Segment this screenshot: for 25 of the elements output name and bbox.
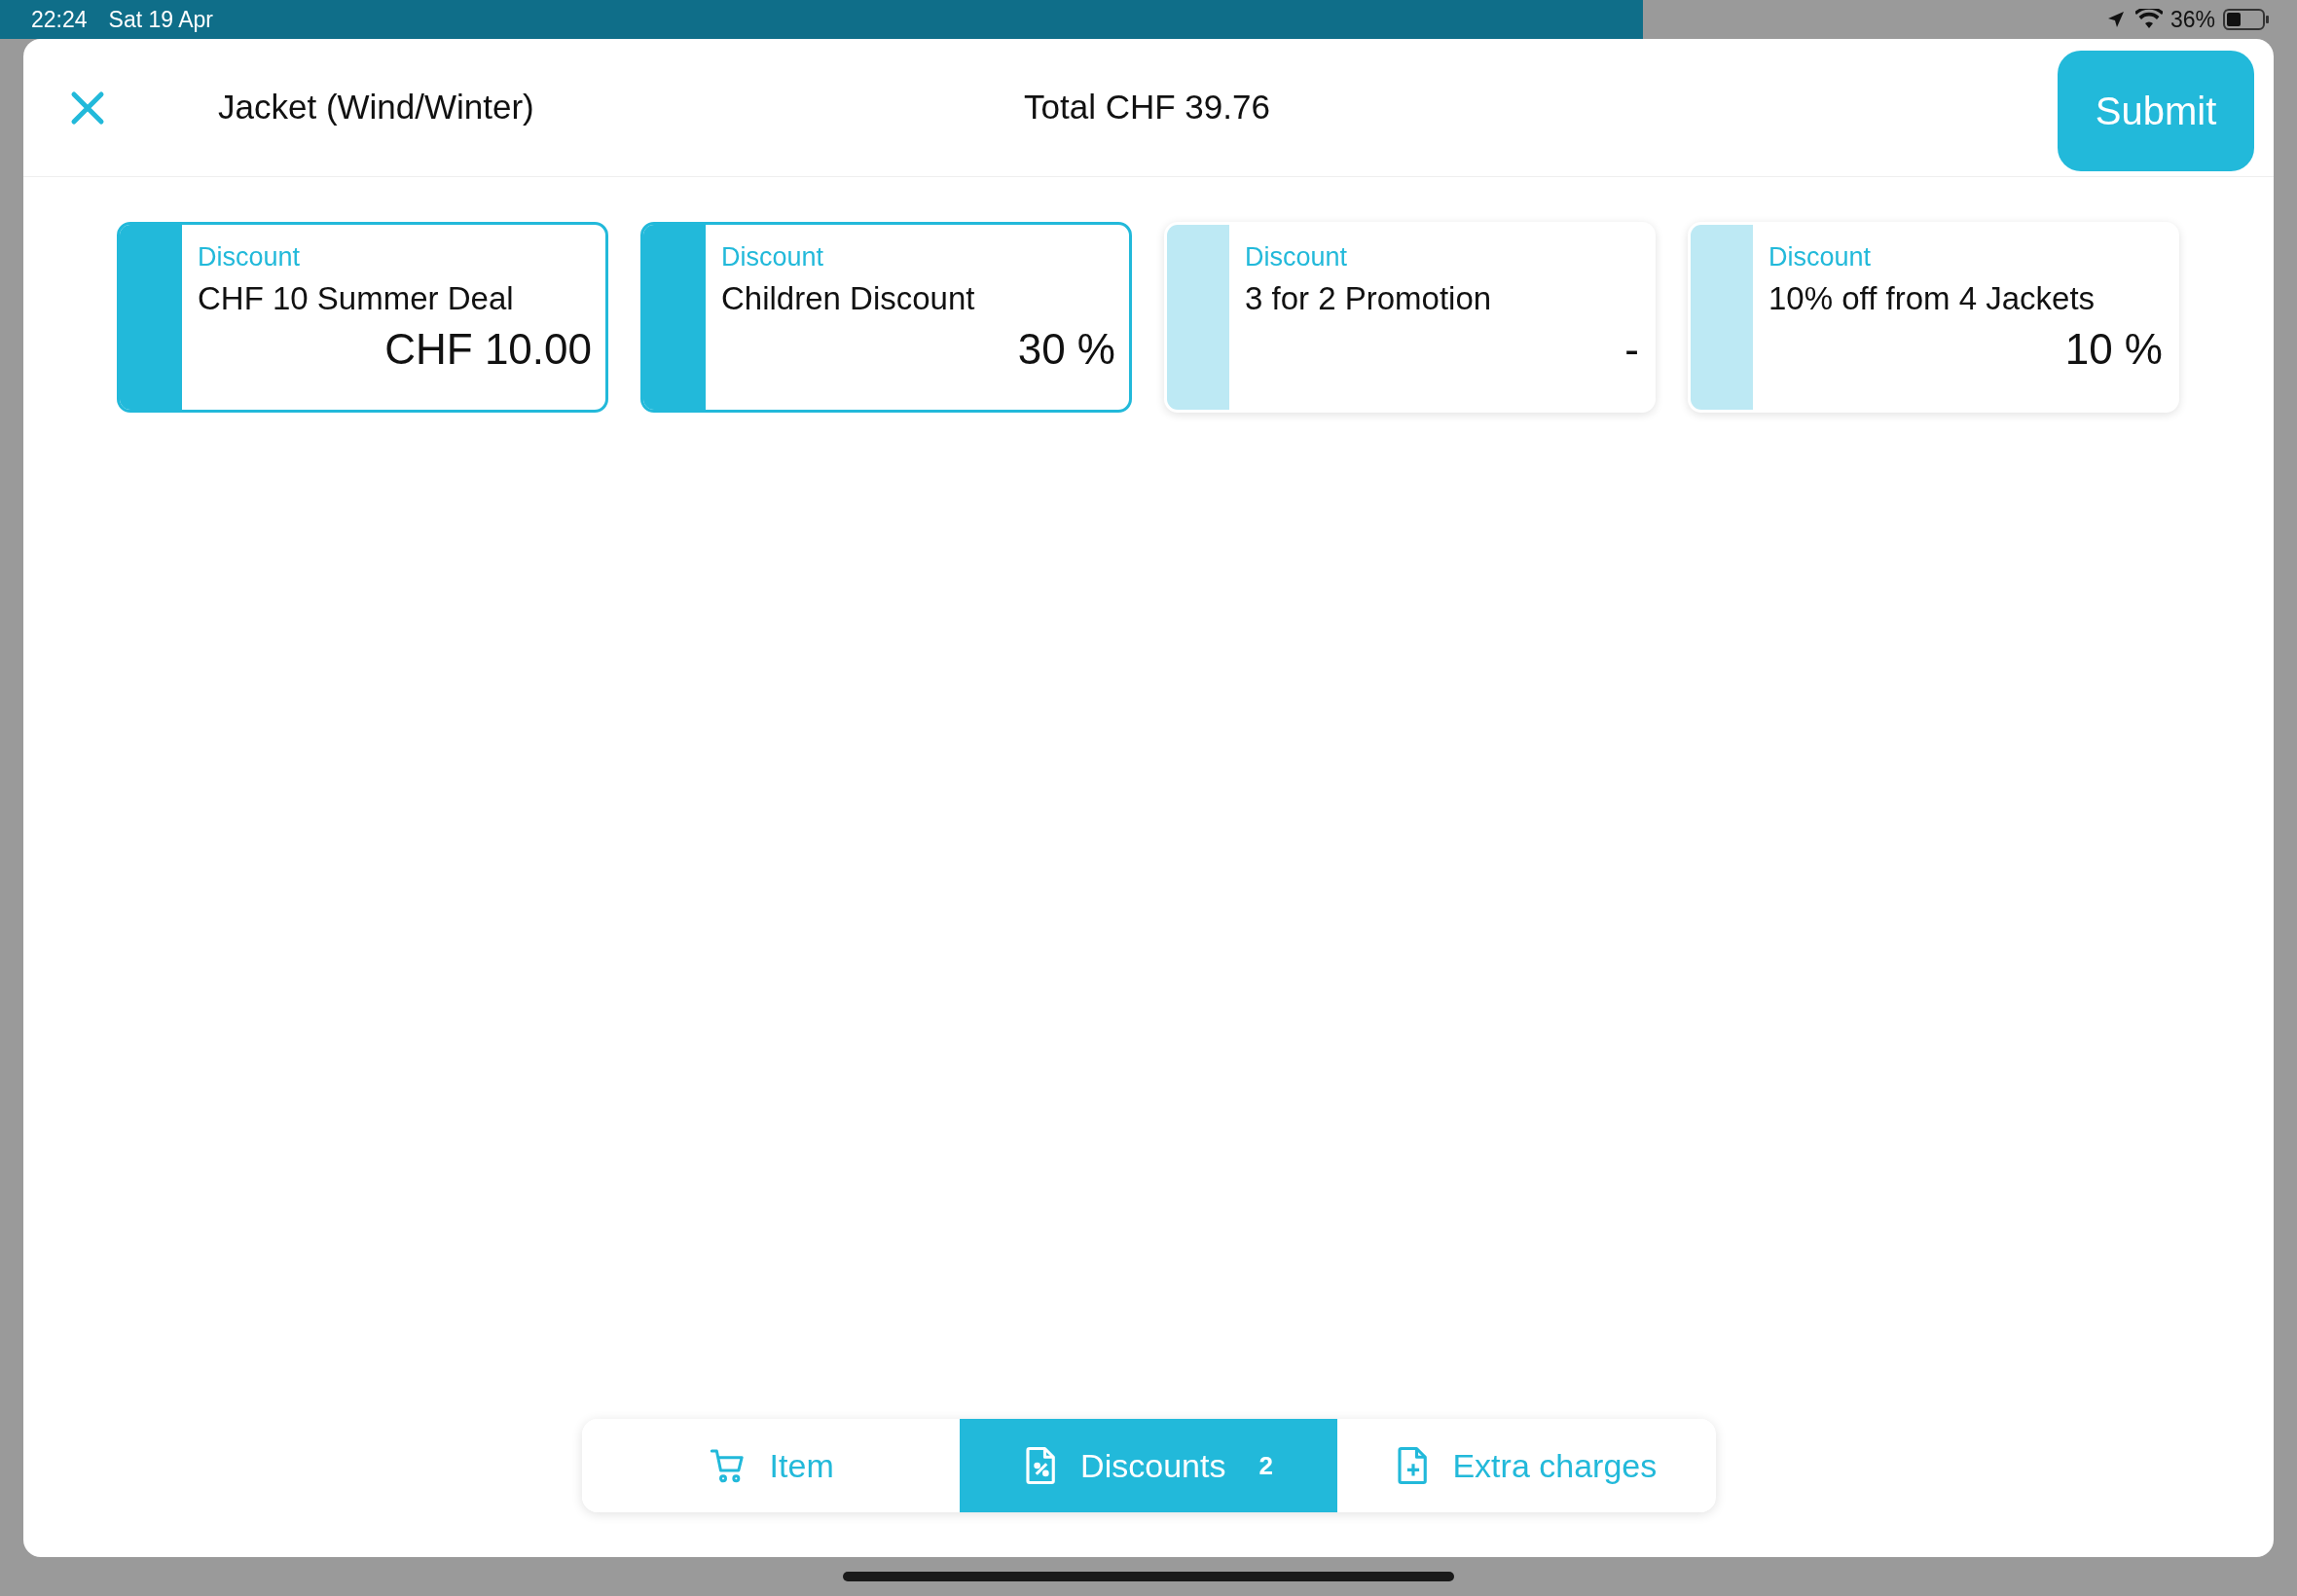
discount-value: 30 % [1017, 324, 1115, 375]
discount-name: 10% off from 4 Jackets [1768, 279, 2096, 318]
status-date: Sat 19 Apr [108, 5, 213, 34]
status-time: 22:24 [31, 5, 88, 34]
discount-label: Discount [198, 241, 302, 273]
discount-card[interactable]: Discount 10% off from 4 Jackets 10 % [1688, 222, 2179, 413]
discount-card[interactable]: Discount CHF 10 Summer Deal CHF 10.00 [117, 222, 608, 413]
discount-label: Discount [1768, 241, 1873, 273]
battery-percent: 36% [2169, 5, 2215, 34]
discount-card[interactable]: Discount Children Discount 30 % [640, 222, 1132, 413]
total-amount: Total CHF 39.76 [1024, 87, 1270, 128]
discount-label: Discount [721, 241, 825, 273]
discount-value: - [1624, 324, 1639, 375]
discount-card[interactable]: Discount 3 for 2 Promotion - [1164, 222, 1656, 413]
close-icon [70, 90, 105, 126]
discount-name: Children Discount [721, 279, 976, 318]
battery-icon [2223, 8, 2270, 31]
tab-count: 2 [1258, 1449, 1273, 1482]
discount-name: 3 for 2 Promotion [1245, 279, 1493, 318]
discount-value: CHF 10.00 [384, 324, 592, 375]
discount-value: 10 % [2064, 324, 2163, 375]
discount-label: Discount [1245, 241, 1349, 273]
wifi-icon [2134, 9, 2163, 30]
item-title: Jacket (Wind/Winter) [218, 87, 534, 128]
discount-name: CHF 10 Summer Deal [198, 279, 515, 318]
